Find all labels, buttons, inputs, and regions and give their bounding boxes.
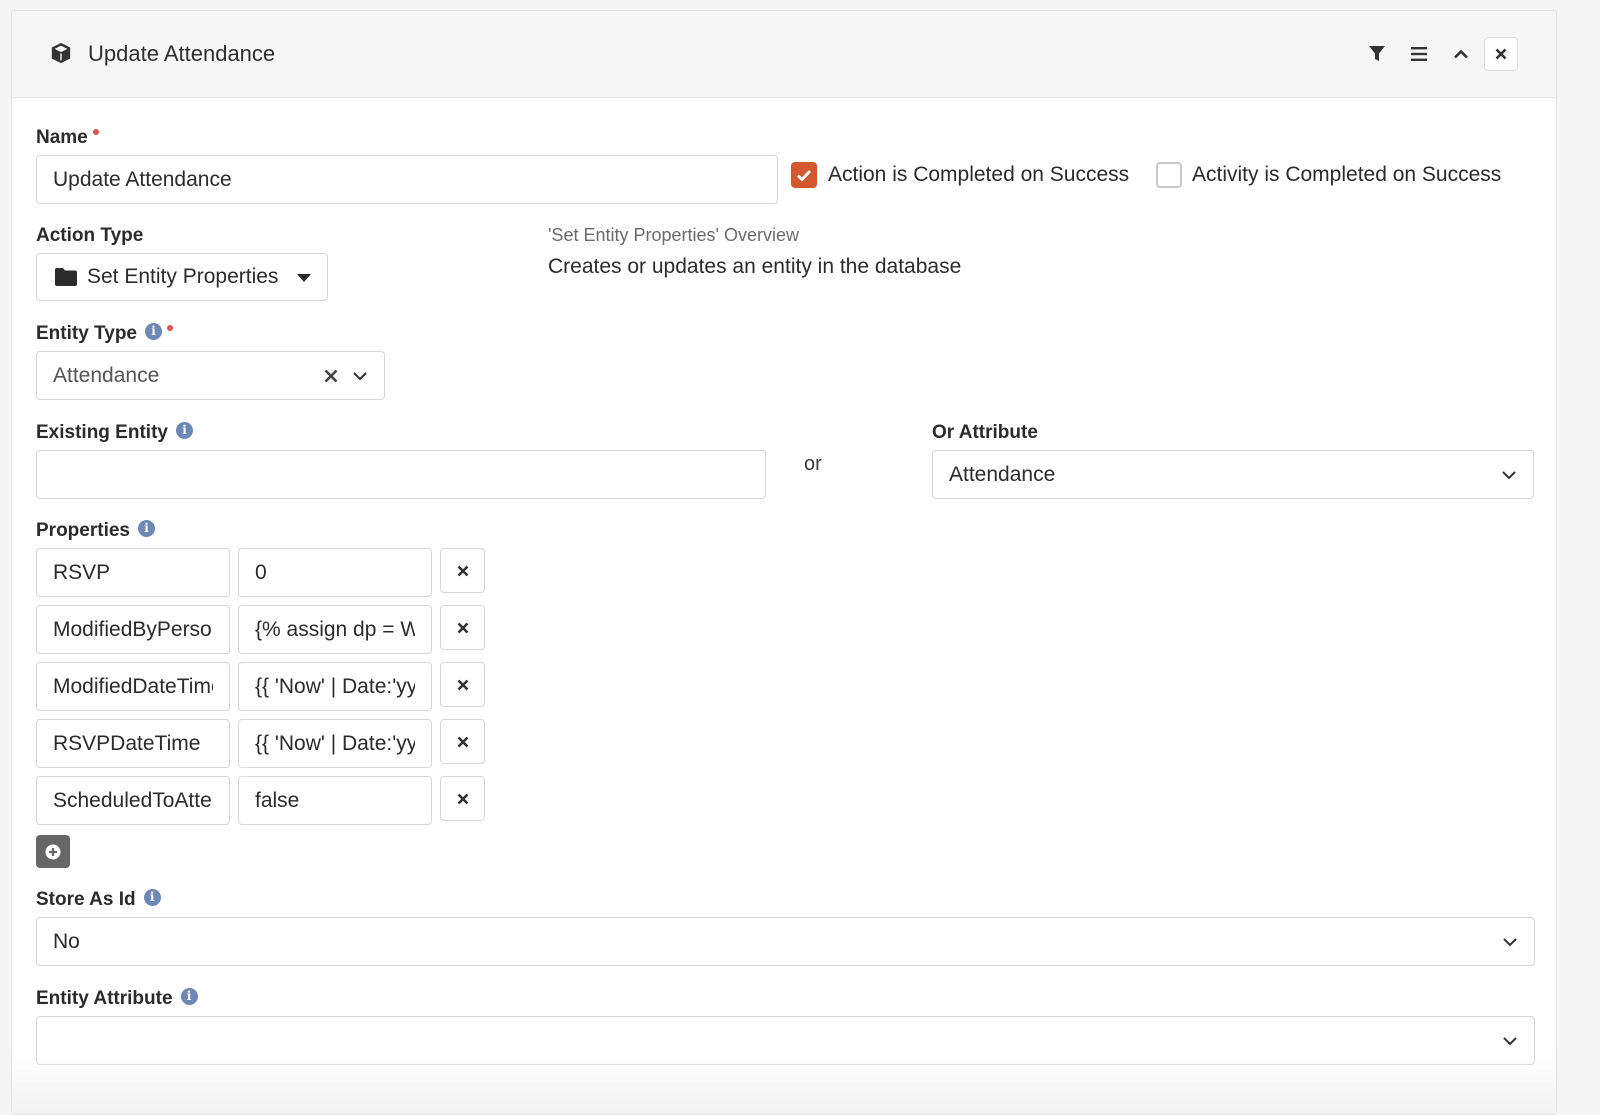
property-key-input[interactable]: ModifiedByPersonAliasId <box>36 605 230 654</box>
property-value-input[interactable]: {{ 'Now' | Date:'yyyy-MM-dd <box>238 719 432 768</box>
properties-label: Properties i <box>36 520 155 542</box>
chevron-up-icon <box>1454 49 1468 59</box>
info-icon[interactable]: i <box>180 988 198 1006</box>
chevron-down-icon <box>1503 937 1517 946</box>
store-as-id-select[interactable]: No <box>36 917 1535 966</box>
action-type-dropdown[interactable]: Set Entity Properties <box>36 253 328 301</box>
property-value-input[interactable]: {{ 'Now' | Date:'yyyy-MM-dd <box>238 662 432 711</box>
action-completed-label: Action is Completed on Success <box>828 163 1130 186</box>
overview-title: 'Set Entity Properties' Overview <box>548 225 799 245</box>
remove-property-button[interactable] <box>440 662 485 707</box>
or-attribute-label: Or Attribute <box>932 422 1038 443</box>
chevron-down-icon <box>1502 470 1516 479</box>
close-icon <box>457 679 468 690</box>
entity-type-select[interactable]: Attendance <box>36 351 385 400</box>
checkmark-icon <box>797 170 812 182</box>
required-indicator <box>92 129 99 135</box>
info-icon[interactable]: i <box>137 520 155 538</box>
property-key-input[interactable]: ModifiedDateTime <box>36 662 230 711</box>
close-icon <box>457 793 468 804</box>
clear-icon[interactable] <box>324 369 338 383</box>
remove-property-button[interactable] <box>440 605 485 650</box>
plus-circle-icon <box>45 844 61 859</box>
chevron-down-icon <box>1503 1036 1517 1045</box>
action-type-label: Action Type <box>36 225 144 246</box>
activity-completed-label: Activity is Completed on Success <box>1192 163 1502 186</box>
menu-icon <box>1411 47 1427 61</box>
store-as-id-label: Store As Id i <box>36 889 161 911</box>
property-value-input[interactable]: {% assign dp = Workflow <box>238 605 432 654</box>
close-icon <box>457 622 468 633</box>
info-icon[interactable]: i <box>145 323 162 341</box>
name-input[interactable]: Update Attendance <box>36 155 778 204</box>
activity-completed-checkbox[interactable] <box>1156 162 1182 188</box>
filter-icon <box>1369 46 1385 61</box>
property-value-input[interactable]: 0 <box>238 548 432 597</box>
panel-title: Update Attendance <box>88 41 276 66</box>
filter-button[interactable] <box>1360 37 1394 71</box>
add-property-button[interactable] <box>36 835 70 868</box>
info-icon[interactable]: i <box>143 889 161 907</box>
remove-property-button[interactable] <box>440 719 485 764</box>
close-icon <box>457 565 468 576</box>
property-key-input[interactable]: RSVPDateTime <box>36 719 230 768</box>
overview-description: Creates or updates an entity in the data… <box>548 255 962 278</box>
cube-icon <box>50 42 72 64</box>
collapse-button[interactable] <box>1444 37 1478 71</box>
entity-attribute-select[interactable] <box>36 1016 1535 1065</box>
menu-button[interactable] <box>1402 37 1436 71</box>
chevron-down-icon <box>353 371 367 380</box>
name-label: Name <box>36 127 99 149</box>
action-panel: Update Attendance Name Update Attendance… <box>11 10 1557 1115</box>
remove-property-button[interactable] <box>440 776 485 821</box>
property-key-input[interactable]: RSVP <box>36 548 230 597</box>
close-icon <box>457 736 468 747</box>
entity-type-label: Entity Type i <box>36 323 173 345</box>
folder-icon <box>55 268 77 286</box>
or-text: or <box>804 453 822 475</box>
property-value-input[interactable]: false <box>238 776 432 825</box>
action-completed-checkbox[interactable] <box>791 162 817 188</box>
existing-entity-input[interactable] <box>36 450 766 499</box>
property-key-input[interactable]: ScheduledToAttend <box>36 776 230 825</box>
existing-entity-label: Existing Entity i <box>36 422 193 444</box>
close-icon <box>1495 48 1507 60</box>
remove-property-button[interactable] <box>440 548 485 593</box>
caret-down-icon <box>297 274 311 282</box>
or-attribute-select[interactable]: Attendance <box>932 450 1534 499</box>
panel-header: Update Attendance <box>12 11 1556 98</box>
info-icon[interactable]: i <box>175 422 193 440</box>
entity-attribute-label: Entity Attribute i <box>36 988 198 1010</box>
required-indicator <box>167 325 173 331</box>
close-button[interactable] <box>1484 37 1518 71</box>
